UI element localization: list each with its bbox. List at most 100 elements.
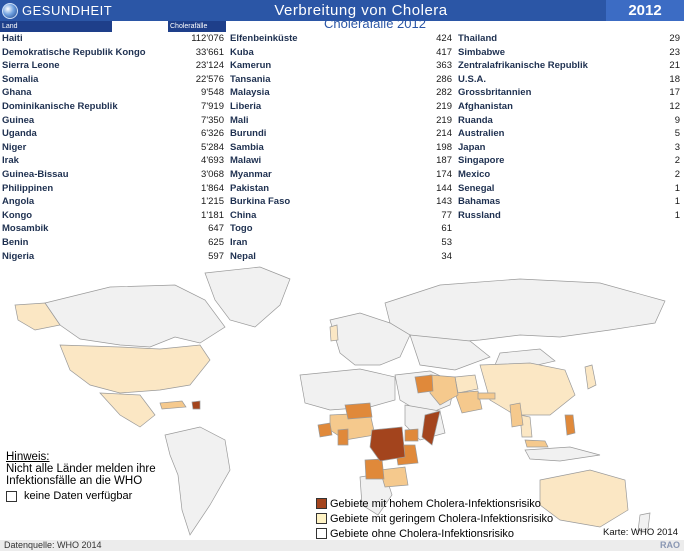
country-name: Burkina Faso bbox=[230, 196, 291, 208]
country-name: Niger bbox=[2, 141, 27, 153]
table-row: Thailand 29 bbox=[458, 32, 680, 46]
case-count: 22'576 bbox=[195, 73, 224, 85]
country-name: China bbox=[230, 209, 257, 221]
case-count: 112'076 bbox=[191, 33, 224, 44]
country-name: Somalia bbox=[2, 73, 39, 85]
case-count: 1 bbox=[674, 209, 680, 221]
haiti-shape bbox=[191, 400, 201, 410]
country-name: Bahamas bbox=[458, 196, 501, 208]
table-row: Mexico 2 bbox=[458, 168, 680, 182]
country-name: Japan bbox=[458, 141, 486, 153]
case-count: 53 bbox=[441, 237, 452, 248]
country-name: Kongo bbox=[2, 209, 33, 221]
case-count: 4'693 bbox=[201, 155, 224, 167]
table-row: Afghanistan 12 bbox=[458, 100, 680, 114]
table-row: Mali 219 bbox=[230, 114, 452, 128]
case-count: 214 bbox=[436, 128, 452, 140]
country-name: Burundi bbox=[230, 128, 267, 140]
country-name: Irak bbox=[2, 155, 19, 167]
case-count: 647 bbox=[208, 223, 224, 235]
case-count: 219 bbox=[436, 114, 452, 126]
case-count: 29 bbox=[669, 33, 680, 44]
country-name: Ruanda bbox=[458, 114, 493, 126]
table-row: Ghana 9'548 bbox=[2, 86, 224, 100]
note: Hinweis: Nicht alle Länder melden ihre I… bbox=[6, 451, 156, 487]
table-row: Australien 5 bbox=[458, 127, 680, 141]
country-name: Ghana bbox=[2, 87, 32, 99]
country-name: Demokratische Republik Kongo bbox=[2, 46, 146, 58]
country-name: Haiti bbox=[2, 33, 23, 44]
country-name: Guinea-Bissau bbox=[2, 169, 69, 180]
legend-swatch-high bbox=[316, 498, 327, 509]
table-row: Myanmar 174 bbox=[230, 168, 452, 182]
case-count: 61 bbox=[441, 223, 452, 235]
table-row: Iran 53 bbox=[230, 236, 452, 250]
country-name: Mexico bbox=[458, 169, 491, 180]
country-name: Kamerun bbox=[230, 60, 272, 72]
legend-label-none: Gebiete ohne Cholera-Infektionsrisiko bbox=[330, 527, 515, 540]
table-row: Ruanda 9 bbox=[458, 114, 680, 128]
country-name: Afghanistan bbox=[458, 101, 513, 112]
angola-shape bbox=[364, 458, 385, 480]
case-count: 7'350 bbox=[201, 114, 224, 126]
legend-label-high: Gebiete mit hohem Cholera-Infektionsrisi… bbox=[330, 497, 541, 510]
nodata-swatch bbox=[6, 490, 17, 502]
ghana-shape bbox=[337, 428, 349, 446]
note-line-1: Nicht alle Länder melden ihre bbox=[6, 463, 156, 475]
brand-label: GESUNDHEIT bbox=[22, 3, 113, 18]
case-count: 2 bbox=[674, 169, 680, 180]
country-name: Nigeria bbox=[2, 250, 35, 262]
case-count: 12 bbox=[669, 101, 680, 112]
table-row: Sambia 198 bbox=[230, 141, 452, 155]
case-count: 5'284 bbox=[201, 141, 224, 153]
legend-item-low: Gebiete mit geringem Cholera-Infektionsr… bbox=[316, 511, 553, 526]
north-africa-shape bbox=[299, 368, 396, 411]
case-count: 21 bbox=[669, 60, 680, 72]
table-row: Kongo 1'181 bbox=[2, 209, 224, 223]
country-name: Myanmar bbox=[230, 169, 272, 180]
table-row: Bahamas 1 bbox=[458, 195, 680, 209]
case-count: 23'124 bbox=[195, 60, 224, 72]
case-count: 286 bbox=[436, 73, 452, 85]
case-count: 1 bbox=[674, 182, 680, 194]
table-row: Guinea 7'350 bbox=[2, 114, 224, 128]
malaysia-shape bbox=[524, 439, 549, 448]
table-row: Grossbritannien 17 bbox=[458, 86, 680, 100]
table-row: Malawi 187 bbox=[230, 154, 452, 168]
country-name: Simbabwe bbox=[458, 46, 505, 58]
table-row: Pakistan 144 bbox=[230, 182, 452, 196]
table-row: Singapore 2 bbox=[458, 154, 680, 168]
table-row: Kamerun 363 bbox=[230, 59, 452, 73]
table-row: Burundi 214 bbox=[230, 127, 452, 141]
table-row: Malaysia 282 bbox=[230, 86, 452, 100]
table-row: Togo 61 bbox=[230, 222, 452, 236]
country-name: Australien bbox=[458, 128, 505, 140]
table-row: Burkina Faso 143 bbox=[230, 195, 452, 209]
table-row: Japan 3 bbox=[458, 141, 680, 155]
country-name: Russland bbox=[458, 209, 501, 221]
country-name: Thailand bbox=[458, 33, 498, 44]
year-badge: 2012 bbox=[606, 0, 684, 21]
globe-icon bbox=[2, 2, 18, 19]
zambia-shape bbox=[379, 466, 409, 488]
legend-swatch-none bbox=[316, 528, 327, 539]
country-name: Guinea bbox=[2, 114, 35, 126]
case-count: 77 bbox=[441, 209, 452, 221]
case-count: 3'068 bbox=[201, 169, 224, 180]
legend-swatch-low bbox=[316, 513, 327, 524]
philippines-shape bbox=[564, 414, 576, 436]
country-name: Kuba bbox=[230, 46, 254, 58]
table-row: Zentralafrikanische Republik 21 bbox=[458, 59, 680, 73]
country-name: Iran bbox=[230, 237, 248, 248]
uk-shape bbox=[329, 324, 339, 342]
map-credit: Karte: WHO 2014 bbox=[603, 527, 678, 538]
table-row: Sierra Leone 23'124 bbox=[2, 59, 224, 73]
table-row: U.S.A. 18 bbox=[458, 73, 680, 87]
table-row: Niger 5'284 bbox=[2, 141, 224, 155]
data-source: Datenquelle: WHO 2014 bbox=[4, 540, 102, 550]
case-count: 144 bbox=[436, 182, 452, 194]
country-name: Togo bbox=[230, 223, 253, 235]
nodata-legend: keine Daten verfügbar bbox=[6, 490, 132, 502]
table-row: Nigeria 597 bbox=[2, 250, 224, 264]
niger-shape bbox=[344, 402, 373, 420]
